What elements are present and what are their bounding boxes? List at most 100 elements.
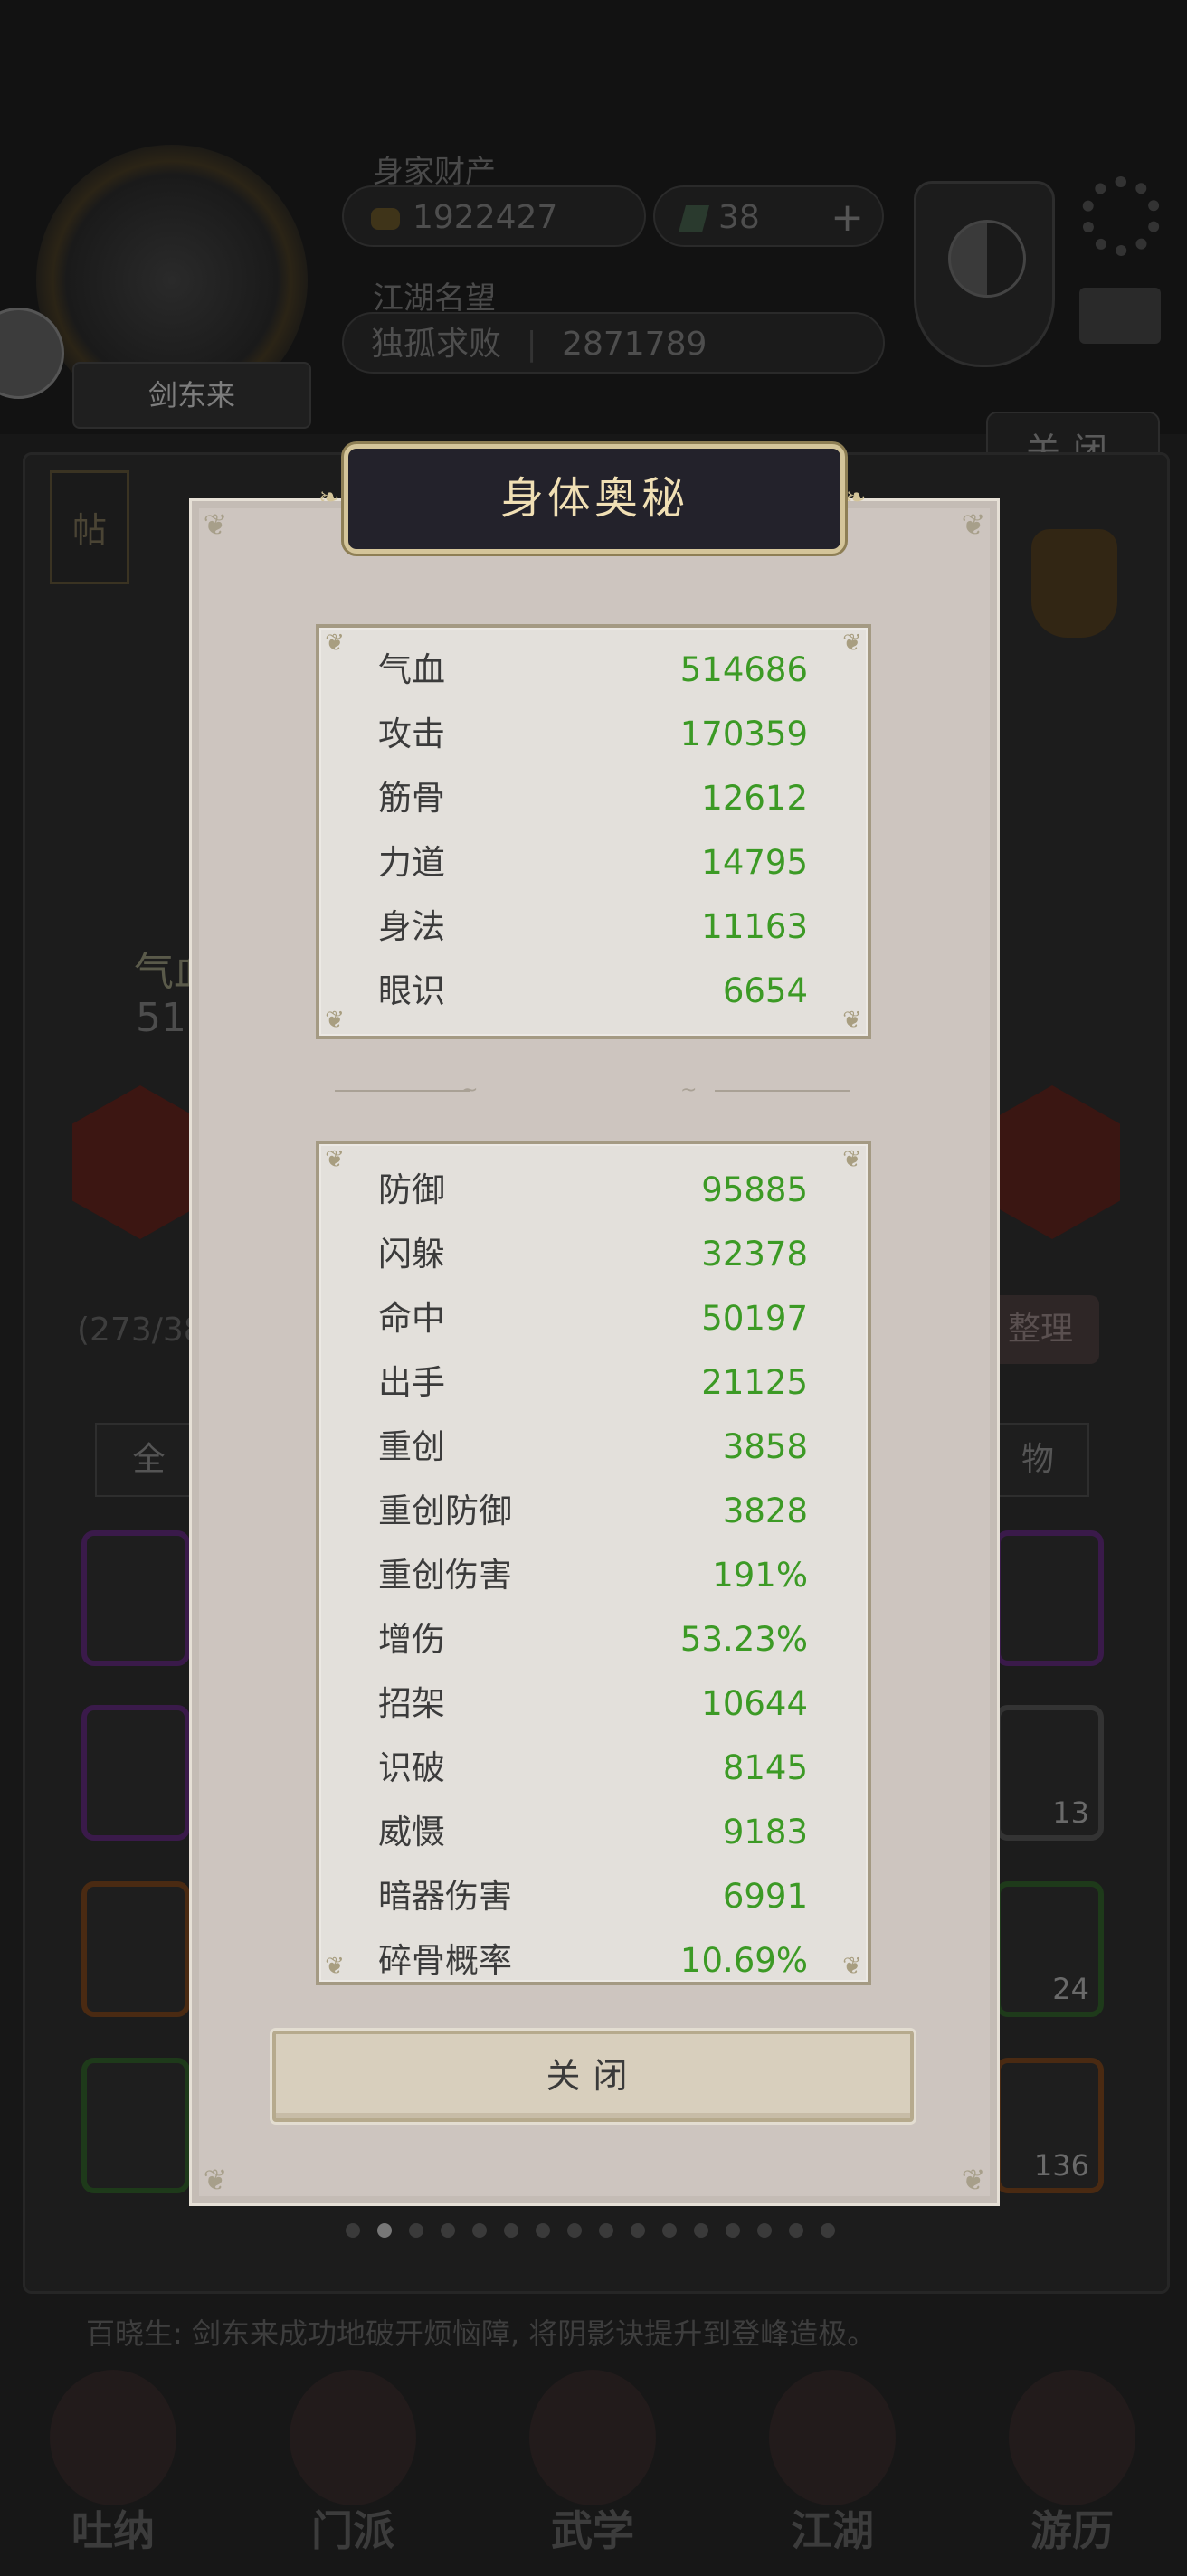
stat-value: 170359 xyxy=(679,715,808,753)
coins-display: 1922427 xyxy=(342,185,646,247)
post-tag-label: 帖 xyxy=(71,510,107,550)
stat-row: 攻击 170359 xyxy=(378,712,808,757)
inventory-slot[interactable] xyxy=(81,2058,190,2193)
stat-name: 气血 xyxy=(378,650,445,689)
inventory-slot[interactable] xyxy=(81,1705,190,1841)
stat-row: 防御 95885 xyxy=(378,1168,808,1213)
fame-display: 独孤求败 | 2871789 xyxy=(342,312,885,374)
stat-name: 重创防御 xyxy=(378,1492,512,1530)
stat-value: 53.23% xyxy=(679,1620,808,1659)
inventory-count: (273/38 xyxy=(77,1312,204,1349)
slot-count: 13 xyxy=(1052,1795,1089,1830)
close-button[interactable]: 关闭 xyxy=(272,2031,914,2122)
inventory-slot[interactable]: 136 xyxy=(995,2058,1104,2193)
corner-ornament-icon: ❦ xyxy=(842,1953,862,1980)
nav-item-youli[interactable]: 游历 xyxy=(982,2352,1163,2576)
stat-value: 8145 xyxy=(722,1748,808,1787)
page-indicator xyxy=(346,2223,852,2241)
corner-ornament-icon: ❦ xyxy=(325,1007,345,1034)
title-ornament-icon: ❧ xyxy=(845,482,867,512)
stat-row: 闪躲 32378 xyxy=(378,1232,808,1277)
inventory-slot[interactable] xyxy=(81,1530,190,1666)
stat-name: 识破 xyxy=(378,1748,445,1787)
stat-name: 力道 xyxy=(378,843,445,882)
stat-value: 191% xyxy=(712,1556,808,1595)
stat-value: 6991 xyxy=(722,1877,808,1916)
stat-row: 气血 514686 xyxy=(378,648,808,693)
gear-icon[interactable] xyxy=(1081,176,1161,256)
stat-name: 碎骨概率 xyxy=(378,1941,512,1980)
filter-items-tab[interactable]: 物 xyxy=(986,1423,1089,1497)
stat-row: 出手 21125 xyxy=(378,1360,808,1406)
nav-item-tuna[interactable]: 吐纳 xyxy=(23,2352,204,2576)
stat-row: 增伤 53.23% xyxy=(378,1617,808,1662)
stat-value: 9183 xyxy=(722,1813,808,1852)
stat-row: 筋骨 12612 xyxy=(378,776,808,821)
stat-row: 身法 11163 xyxy=(378,904,808,950)
inventory-slot[interactable] xyxy=(81,1881,190,2017)
jade-value: 38 xyxy=(718,199,760,236)
hero-name: 剑东来 xyxy=(72,362,311,429)
inventory-slot[interactable]: 24 xyxy=(995,1881,1104,2017)
filter-all-tab[interactable]: 全 xyxy=(95,1423,203,1497)
nav-item-wuxue[interactable]: 武学 xyxy=(502,2352,683,2576)
yinyang-icon xyxy=(948,220,1026,298)
stat-name: 筋骨 xyxy=(378,779,445,818)
inventory-slot[interactable] xyxy=(995,1530,1104,1666)
jade-display: 38 + xyxy=(653,185,884,247)
corner-ornament-icon: ❦ xyxy=(325,1146,345,1173)
nav-item-menpai[interactable]: 门派 xyxy=(262,2352,443,2576)
stat-value: 14795 xyxy=(701,843,808,882)
stat-row: 碎骨概率 10.69% xyxy=(378,1938,808,1982)
stat-name: 防御 xyxy=(378,1170,445,1209)
fame-label: 江湖名望 xyxy=(373,280,496,317)
fame-value: 2871789 xyxy=(562,326,707,363)
stat-value: 32378 xyxy=(701,1235,808,1274)
add-jade-button[interactable]: + xyxy=(831,187,864,249)
corner-ornament-icon: ❦ xyxy=(842,1007,862,1034)
divider-flourish-icon: ~ xyxy=(680,1079,698,1102)
section-divider: ~ ~ xyxy=(326,1079,859,1102)
stat-value: 11163 xyxy=(701,907,808,946)
stat-row: 威慑 9183 xyxy=(378,1810,808,1855)
corner-ornament-icon: ❦ xyxy=(203,2163,228,2197)
mail-icon[interactable] xyxy=(1079,288,1161,344)
corner-ornament-icon: ❦ xyxy=(842,1146,862,1173)
stat-value: 6654 xyxy=(722,971,808,1010)
stat-name: 身法 xyxy=(378,907,445,946)
stat-name: 闪躲 xyxy=(378,1235,445,1274)
stat-name: 暗器伤害 xyxy=(378,1877,512,1916)
stat-name: 出手 xyxy=(378,1363,445,1402)
stat-value: 21125 xyxy=(701,1363,808,1402)
stat-value: 95885 xyxy=(701,1170,808,1209)
stat-row: 眼识 6654 xyxy=(378,969,808,1014)
stat-value: 3828 xyxy=(722,1492,808,1530)
corner-ornament-icon: ❦ xyxy=(203,507,228,542)
wealth-label: 身家财产 xyxy=(373,154,496,190)
post-tag-button[interactable]: 帖 xyxy=(50,470,129,584)
corner-ornament-icon: ❦ xyxy=(961,507,986,542)
stat-row: 力道 14795 xyxy=(378,840,808,886)
fame-rank: 独孤求败 xyxy=(371,326,502,363)
talisman-icon[interactable] xyxy=(1031,529,1117,638)
dialog-title: 身体奥秘 xyxy=(344,444,845,554)
stat-name: 威慑 xyxy=(378,1813,445,1852)
news-ticker: 百晓生: 剑东来成功地破开烦恼障, 将阴影诀提升到登峰造极。 xyxy=(86,2316,877,2351)
inventory-slot[interactable]: 13 xyxy=(995,1705,1104,1841)
nav-item-jianghu[interactable]: 江湖 xyxy=(742,2352,923,2576)
stat-value: 12612 xyxy=(701,779,808,818)
stat-row: 暗器伤害 6991 xyxy=(378,1874,808,1919)
divider-flourish-icon: ~ xyxy=(461,1079,479,1102)
stat-value: 3858 xyxy=(722,1427,808,1466)
corner-ornament-icon: ❦ xyxy=(325,630,345,657)
sect-emblem-button[interactable] xyxy=(914,181,1055,367)
stat-name: 重创伤害 xyxy=(378,1556,512,1595)
corner-ornament-icon: ❦ xyxy=(961,2163,986,2197)
jade-icon xyxy=(678,205,710,232)
stat-name: 攻击 xyxy=(378,715,445,753)
slot-count: 136 xyxy=(1033,2148,1089,2183)
corner-ornament-icon: ❦ xyxy=(842,630,862,657)
title-ornament-icon: ❧ xyxy=(318,482,340,512)
secondary-stats-panel[interactable]: ❦ ❦ ❦ ❦ 防御 95885 闪躲 32378 命中 50197 出手 21… xyxy=(316,1141,871,1985)
stat-name: 命中 xyxy=(378,1299,445,1338)
